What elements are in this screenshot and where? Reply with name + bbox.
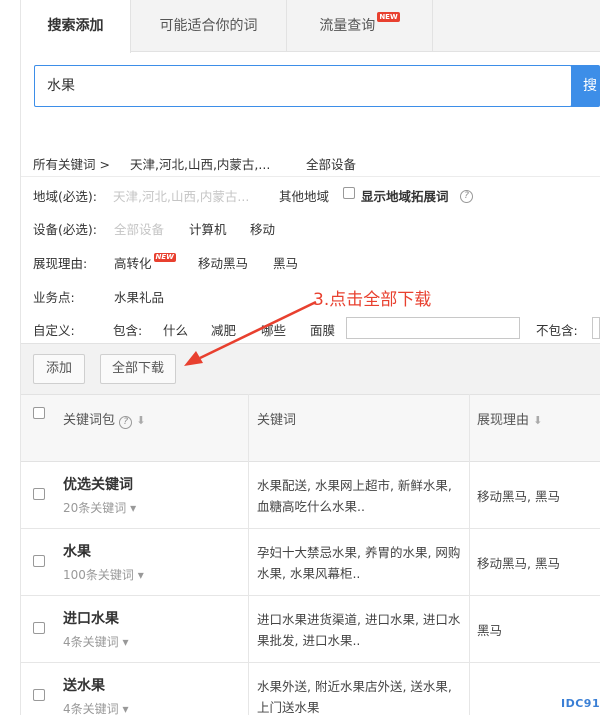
row-checkbox[interactable] — [33, 555, 45, 567]
table-row: 水果 100条关键词 ▾ 孕妇十大禁忌水果, 养胃的水果, 网购水果, 水果风幕… — [21, 529, 600, 596]
row-checkbox[interactable] — [33, 488, 45, 500]
reason-cell: 黑马 — [477, 623, 503, 638]
keyword-list: 孕妇十大禁忌水果, 养胃的水果, 网购水果, 水果风幕柜.. — [257, 545, 461, 581]
watermark-logo: IDC91 — [561, 697, 600, 710]
chevron-down-icon: ▾ — [122, 702, 129, 716]
reason-cell: 移动黑马, 黑马 — [477, 556, 560, 571]
reason-cell: 移动黑马, 黑马 — [477, 489, 560, 504]
row-checkbox[interactable] — [33, 689, 45, 701]
table-row: 优选关键词 20条关键词 ▾ 水果配送, 水果网上超市, 新鲜水果, 血糖高吃什… — [21, 462, 600, 529]
package-count[interactable]: 4条关键词 ▾ — [63, 633, 129, 650]
chevron-down-icon: ▾ — [122, 635, 129, 649]
chevron-down-icon: ▾ — [137, 568, 144, 582]
package-count[interactable]: 4条关键词 ▾ — [63, 700, 129, 717]
table-header: 关键词包 ? ⬇ 关键词 展现理由 ⬇ — [21, 394, 600, 462]
package-count[interactable]: 100条关键词 ▾ — [63, 566, 144, 583]
header-package[interactable]: 关键词包 ? ⬇ — [63, 409, 146, 429]
sort-icon: ⬇ — [533, 414, 543, 427]
package-name[interactable]: 进口水果 — [63, 608, 119, 628]
select-all-checkbox[interactable] — [33, 407, 45, 419]
package-name[interactable]: 优选关键词 — [63, 474, 133, 494]
keyword-list: 进口水果进货渠道, 进口水果, 进口水果批发, 进口水果.. — [257, 612, 461, 648]
help-icon: ? — [119, 416, 133, 429]
table-row: 送水果 4条关键词 ▾ 水果外送, 附近水果店外送, 送水果, 上门送水果 — [21, 663, 600, 717]
table-row: 进口水果 4条关键词 ▾ 进口水果进货渠道, 进口水果, 进口水果批发, 进口水… — [21, 596, 600, 663]
row-checkbox[interactable] — [33, 622, 45, 634]
keyword-list: 水果配送, 水果网上超市, 新鲜水果, 血糖高吃什么水果.. — [257, 478, 452, 514]
column-divider — [469, 394, 470, 715]
keyword-list: 水果外送, 附近水果店外送, 送水果, 上门送水果 — [257, 679, 452, 715]
package-name[interactable]: 水果 — [63, 541, 91, 561]
column-divider — [248, 394, 249, 715]
package-name[interactable]: 送水果 — [63, 675, 105, 695]
sort-icon: ⬇ — [136, 414, 146, 427]
chevron-down-icon: ▾ — [130, 501, 137, 515]
header-reason[interactable]: 展现理由 ⬇ — [477, 409, 542, 428]
header-keyword: 关键词 — [257, 413, 297, 428]
package-count[interactable]: 20条关键词 ▾ — [63, 499, 136, 516]
